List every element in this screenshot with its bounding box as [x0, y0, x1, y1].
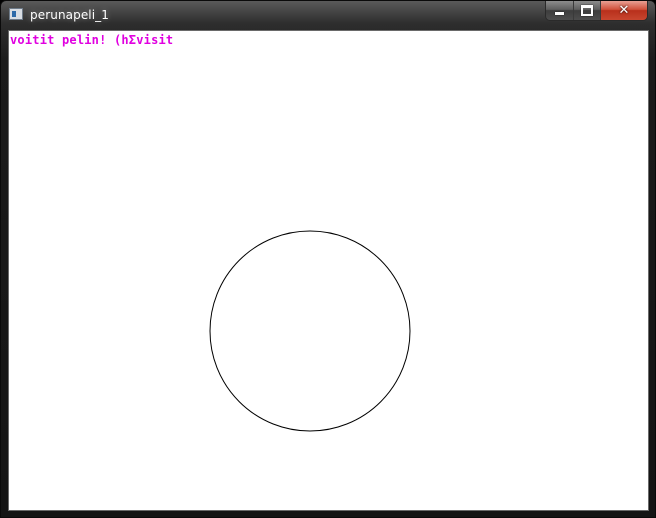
window-title: perunapeli_1 [30, 8, 110, 22]
app-window: perunapeli_1 ✕ voitit pelin! (hΣvisit [0, 0, 656, 518]
maximize-button[interactable] [573, 1, 600, 20]
app-window-icon[interactable] [9, 8, 23, 20]
minimize-button[interactable] [546, 1, 573, 20]
title-bar[interactable]: perunapeli_1 ✕ [1, 1, 655, 30]
maximize-icon [581, 5, 593, 16]
close-button[interactable]: ✕ [600, 1, 647, 20]
game-drawing-surface [209, 230, 411, 432]
minimize-icon [555, 12, 564, 15]
game-canvas[interactable]: voitit pelin! (hΣvisit [8, 30, 649, 511]
game-circle [209, 230, 411, 432]
close-icon: ✕ [618, 3, 630, 18]
window-controls: ✕ [545, 1, 648, 21]
